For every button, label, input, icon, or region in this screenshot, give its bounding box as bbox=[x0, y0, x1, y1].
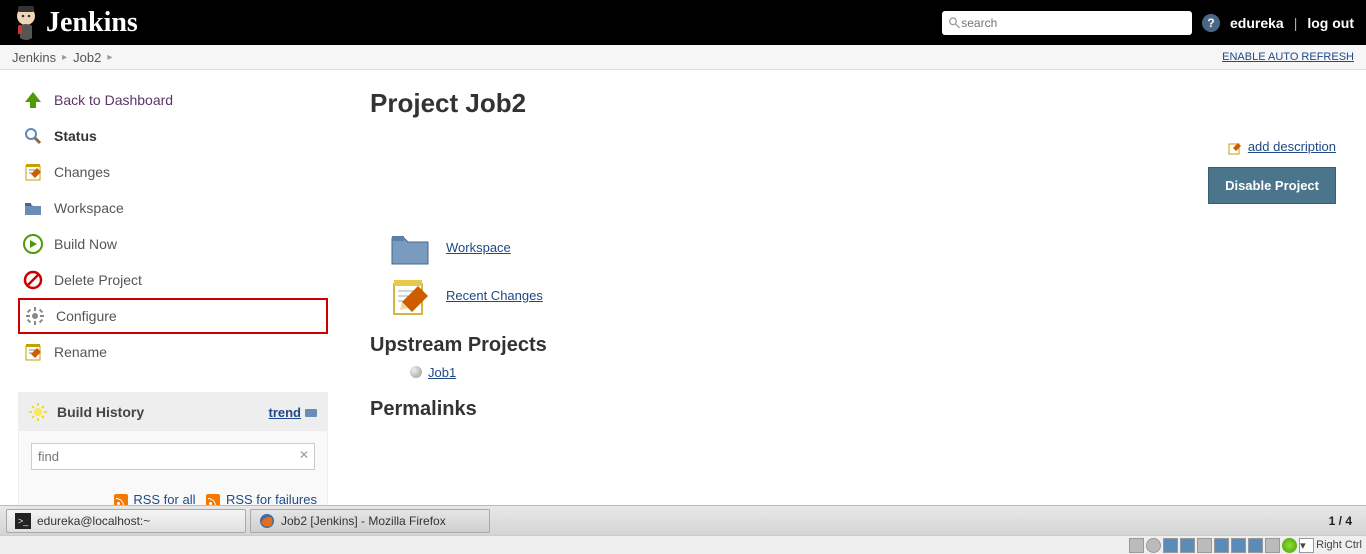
folder-icon bbox=[22, 197, 44, 219]
folder-icon bbox=[388, 228, 432, 268]
recent-changes-row[interactable]: Recent Changes bbox=[388, 276, 1336, 316]
sidebar-back-to-dashboard[interactable]: Back to Dashboard bbox=[18, 82, 328, 118]
os-taskbar: >_ edureka@localhost:~ Job2 [Jenkins] - … bbox=[0, 505, 1366, 535]
search-input[interactable] bbox=[961, 16, 1186, 30]
magnifier-icon bbox=[22, 125, 44, 147]
search-icon bbox=[948, 16, 961, 30]
sidebar: Back to Dashboard Status Changes Workspa… bbox=[0, 70, 340, 531]
upstream-job-link[interactable]: Job1 bbox=[428, 365, 456, 380]
sidebar-item-label: Back to Dashboard bbox=[54, 92, 173, 108]
user-link[interactable]: edureka bbox=[1230, 15, 1284, 31]
build-history-widget: Build History trend ✕ RSS for all RSS fo… bbox=[18, 392, 328, 519]
notepad-icon bbox=[22, 341, 44, 363]
notepad-pencil-icon bbox=[388, 276, 432, 316]
upstream-heading: Upstream Projects bbox=[370, 334, 1336, 357]
clear-icon[interactable]: ✕ bbox=[299, 448, 309, 462]
sidebar-configure[interactable]: Configure bbox=[18, 298, 328, 334]
top-header: Jenkins ? edureka | log out bbox=[0, 0, 1366, 45]
strip-icon bbox=[1282, 538, 1297, 553]
workspace-row[interactable]: Workspace bbox=[388, 228, 1336, 268]
sidebar-item-label: Changes bbox=[54, 164, 110, 180]
strip-icon bbox=[1180, 538, 1195, 553]
upstream-job-item[interactable]: Job1 bbox=[410, 365, 1336, 380]
vm-status-strip: ▾ Right Ctrl bbox=[0, 535, 1366, 554]
chevron-right-icon: ▸ bbox=[107, 52, 112, 63]
chevron-right-icon: ▸ bbox=[62, 52, 67, 63]
firefox-icon bbox=[259, 513, 275, 529]
build-history-find-input[interactable] bbox=[31, 443, 315, 470]
search-box[interactable] bbox=[942, 11, 1192, 35]
recent-changes-link[interactable]: Recent Changes bbox=[446, 288, 543, 303]
build-history-title: Build History bbox=[57, 404, 144, 420]
strip-icon bbox=[1214, 538, 1229, 553]
pencil-icon bbox=[1228, 141, 1242, 155]
sidebar-item-label: Rename bbox=[54, 344, 107, 360]
crumb-job[interactable]: Job2 bbox=[73, 50, 101, 65]
sidebar-build-now[interactable]: Build Now bbox=[18, 226, 328, 262]
page-title: Project Job2 bbox=[370, 88, 1336, 119]
help-icon[interactable]: ? bbox=[1202, 14, 1220, 32]
sidebar-item-label: Build Now bbox=[54, 236, 117, 252]
jenkins-icon bbox=[12, 4, 40, 42]
strip-icon bbox=[1146, 538, 1161, 553]
taskbar-terminal[interactable]: >_ edureka@localhost:~ bbox=[6, 509, 246, 533]
crumb-jenkins[interactable]: Jenkins bbox=[12, 50, 56, 65]
taskbar-label: edureka@localhost:~ bbox=[37, 514, 150, 528]
strip-icon bbox=[1129, 538, 1144, 553]
taskbar-label: Job2 [Jenkins] - Mozilla Firefox bbox=[281, 514, 446, 528]
sidebar-item-label: Configure bbox=[56, 308, 117, 324]
trend-link[interactable]: trend bbox=[269, 405, 318, 420]
sidebar-item-label: Delete Project bbox=[54, 272, 142, 288]
host-key-label: Right Ctrl bbox=[1316, 539, 1362, 551]
jenkins-logo[interactable]: Jenkins bbox=[12, 4, 138, 42]
strip-icon bbox=[1248, 538, 1263, 553]
notepad-icon bbox=[22, 161, 44, 183]
taskbar-pager: 1 / 4 bbox=[1329, 514, 1360, 528]
strip-icon bbox=[1265, 538, 1280, 553]
main-content: Project Job2 add description Disable Pro… bbox=[340, 70, 1366, 531]
add-description-link[interactable]: add description bbox=[1248, 139, 1336, 154]
svg-text:>_: >_ bbox=[18, 516, 29, 526]
sidebar-status[interactable]: Status bbox=[18, 118, 328, 154]
sidebar-workspace[interactable]: Workspace bbox=[18, 190, 328, 226]
disable-project-button[interactable]: Disable Project bbox=[1208, 167, 1336, 204]
logout-link[interactable]: log out bbox=[1307, 15, 1354, 31]
trend-icon bbox=[305, 409, 317, 417]
gear-icon bbox=[24, 305, 46, 327]
strip-icon: ▾ bbox=[1299, 538, 1314, 553]
sidebar-changes[interactable]: Changes bbox=[18, 154, 328, 190]
breadcrumb: Jenkins ▸ Job2 ▸ ENABLE AUTO REFRESH bbox=[0, 45, 1366, 70]
sun-icon bbox=[29, 403, 47, 421]
prohibit-icon bbox=[22, 269, 44, 291]
terminal-icon: >_ bbox=[15, 513, 31, 529]
strip-icon bbox=[1163, 538, 1178, 553]
sidebar-item-label: Status bbox=[54, 128, 97, 144]
permalinks-heading: Permalinks bbox=[370, 398, 1336, 421]
sidebar-item-label: Workspace bbox=[54, 200, 124, 216]
up-arrow-icon bbox=[22, 89, 44, 111]
strip-icon bbox=[1231, 538, 1246, 553]
sidebar-rename[interactable]: Rename bbox=[18, 334, 328, 370]
enable-auto-refresh-link[interactable]: ENABLE AUTO REFRESH bbox=[1222, 51, 1354, 63]
sidebar-delete-project[interactable]: Delete Project bbox=[18, 262, 328, 298]
status-ball-icon bbox=[410, 366, 422, 378]
logo-text: Jenkins bbox=[46, 7, 138, 39]
taskbar-browser[interactable]: Job2 [Jenkins] - Mozilla Firefox bbox=[250, 509, 490, 533]
workspace-link[interactable]: Workspace bbox=[446, 240, 511, 255]
clock-play-icon bbox=[22, 233, 44, 255]
strip-icon bbox=[1197, 538, 1212, 553]
